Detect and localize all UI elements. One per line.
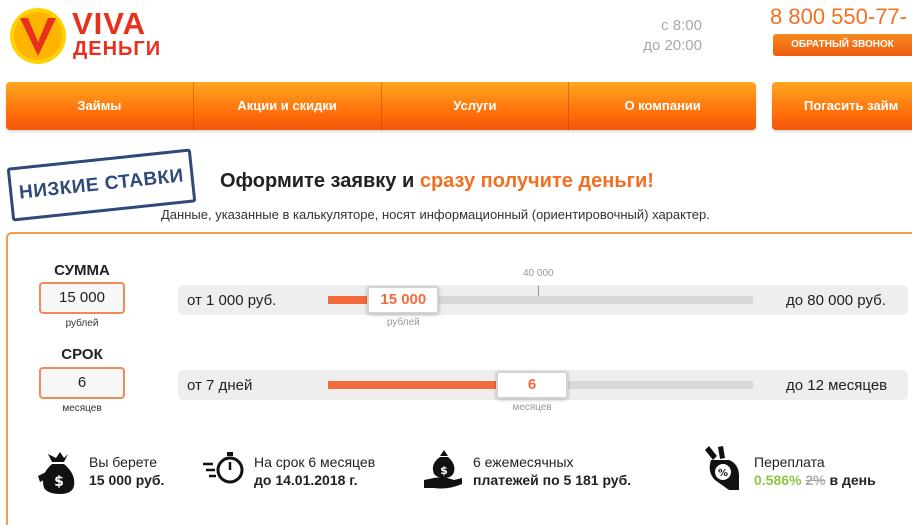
term-slider-handle[interactable]: 6 — [496, 371, 568, 399]
calculator-disclaimer: Данные, указанные в калькуляторе, носят … — [161, 207, 710, 222]
nav-item-promos[interactable]: Акции и скидки — [194, 82, 382, 130]
overpay-suffix: в день — [829, 472, 876, 488]
phone-number[interactable]: 8 800 550-77- — [770, 4, 907, 30]
headline-text: Оформите заявку и — [220, 170, 420, 192]
svg-text:$: $ — [54, 474, 64, 490]
amount-label: СУММА — [54, 262, 110, 279]
term-label: СРОК — [61, 346, 103, 363]
hours-from: с 8:00 — [661, 17, 702, 34]
amount-tick — [537, 286, 539, 296]
amount-unit: рублей — [65, 318, 99, 329]
percent-hand-icon: % — [705, 446, 739, 490]
stamp-text: НИЗКИЕ СТАВКИ — [18, 165, 185, 204]
stopwatch-icon — [203, 452, 244, 484]
overpay-old-rate: 2% — [805, 472, 826, 488]
hand-money-icon: $ — [424, 450, 462, 489]
amount-min-label: от 1 000 руб. — [187, 292, 277, 309]
term-input[interactable]: 6 — [39, 367, 125, 399]
amount-tick-label: 40 000 — [523, 268, 554, 279]
nav-item-services[interactable]: Услуги — [382, 82, 570, 130]
summary-term-label: На срок 6 месяцев — [254, 454, 376, 470]
summary-term-value: до 14.01.2018 г. — [254, 472, 358, 488]
overpay-rate: 0.586% — [754, 472, 802, 488]
term-max-label: до 12 месяцев — [786, 377, 888, 394]
headline-accent: сразу получите деньги! — [419, 170, 654, 192]
brand-subname: ДЕНЬГИ — [73, 38, 162, 60]
summary-payments-label: 6 ежемесячных — [473, 454, 574, 470]
term-unit: месяцев — [62, 403, 102, 414]
nav-item-about[interactable]: О компании — [569, 82, 756, 130]
brand-name: VIVA — [72, 6, 147, 41]
main-nav: Займы Акции и скидки Услуги О компании — [6, 82, 756, 130]
page-headline: Оформите заявку и сразу получите деньги! — [220, 170, 654, 193]
term-min-label: от 7 дней — [187, 377, 253, 394]
term-handle-unit: месяцев — [512, 402, 552, 413]
summary-term: На срок 6 месяцев до 14.01.2018 г. — [254, 453, 375, 489]
summary-overpay-label: Переплата — [754, 454, 825, 470]
amount-max-label: до 80 000 руб. — [786, 292, 886, 309]
repay-loan-button[interactable]: Погасить займ — [772, 82, 912, 130]
summary-payments-value: платежей по 5 181 руб. — [473, 472, 632, 488]
svg-text:%: % — [718, 468, 728, 479]
summary-take-value: 15 000 руб. — [89, 472, 165, 488]
summary-take: Вы берете 15 000 руб. — [89, 453, 164, 489]
hours-to: до 20:00 — [643, 37, 702, 54]
summary-take-label: Вы берете — [89, 454, 158, 470]
summary-overpay: Переплата 0.586% 2% в день — [754, 453, 876, 489]
amount-handle-unit: рублей — [386, 317, 420, 328]
nav-item-loans[interactable]: Займы — [6, 82, 194, 130]
svg-text:$: $ — [440, 464, 448, 477]
working-hours: с 8:00 до 20:00 — [600, 16, 702, 56]
amount-slider-handle[interactable]: 15 000 — [367, 286, 440, 314]
amount-input[interactable]: 15 000 — [39, 282, 125, 314]
money-bag-icon: $ — [38, 452, 75, 494]
summary-payments: 6 ежемесячных платежей по 5 181 руб. — [473, 453, 631, 489]
callback-button[interactable]: ОБРАТНЫЙ ЗВОНОК — [773, 34, 912, 56]
